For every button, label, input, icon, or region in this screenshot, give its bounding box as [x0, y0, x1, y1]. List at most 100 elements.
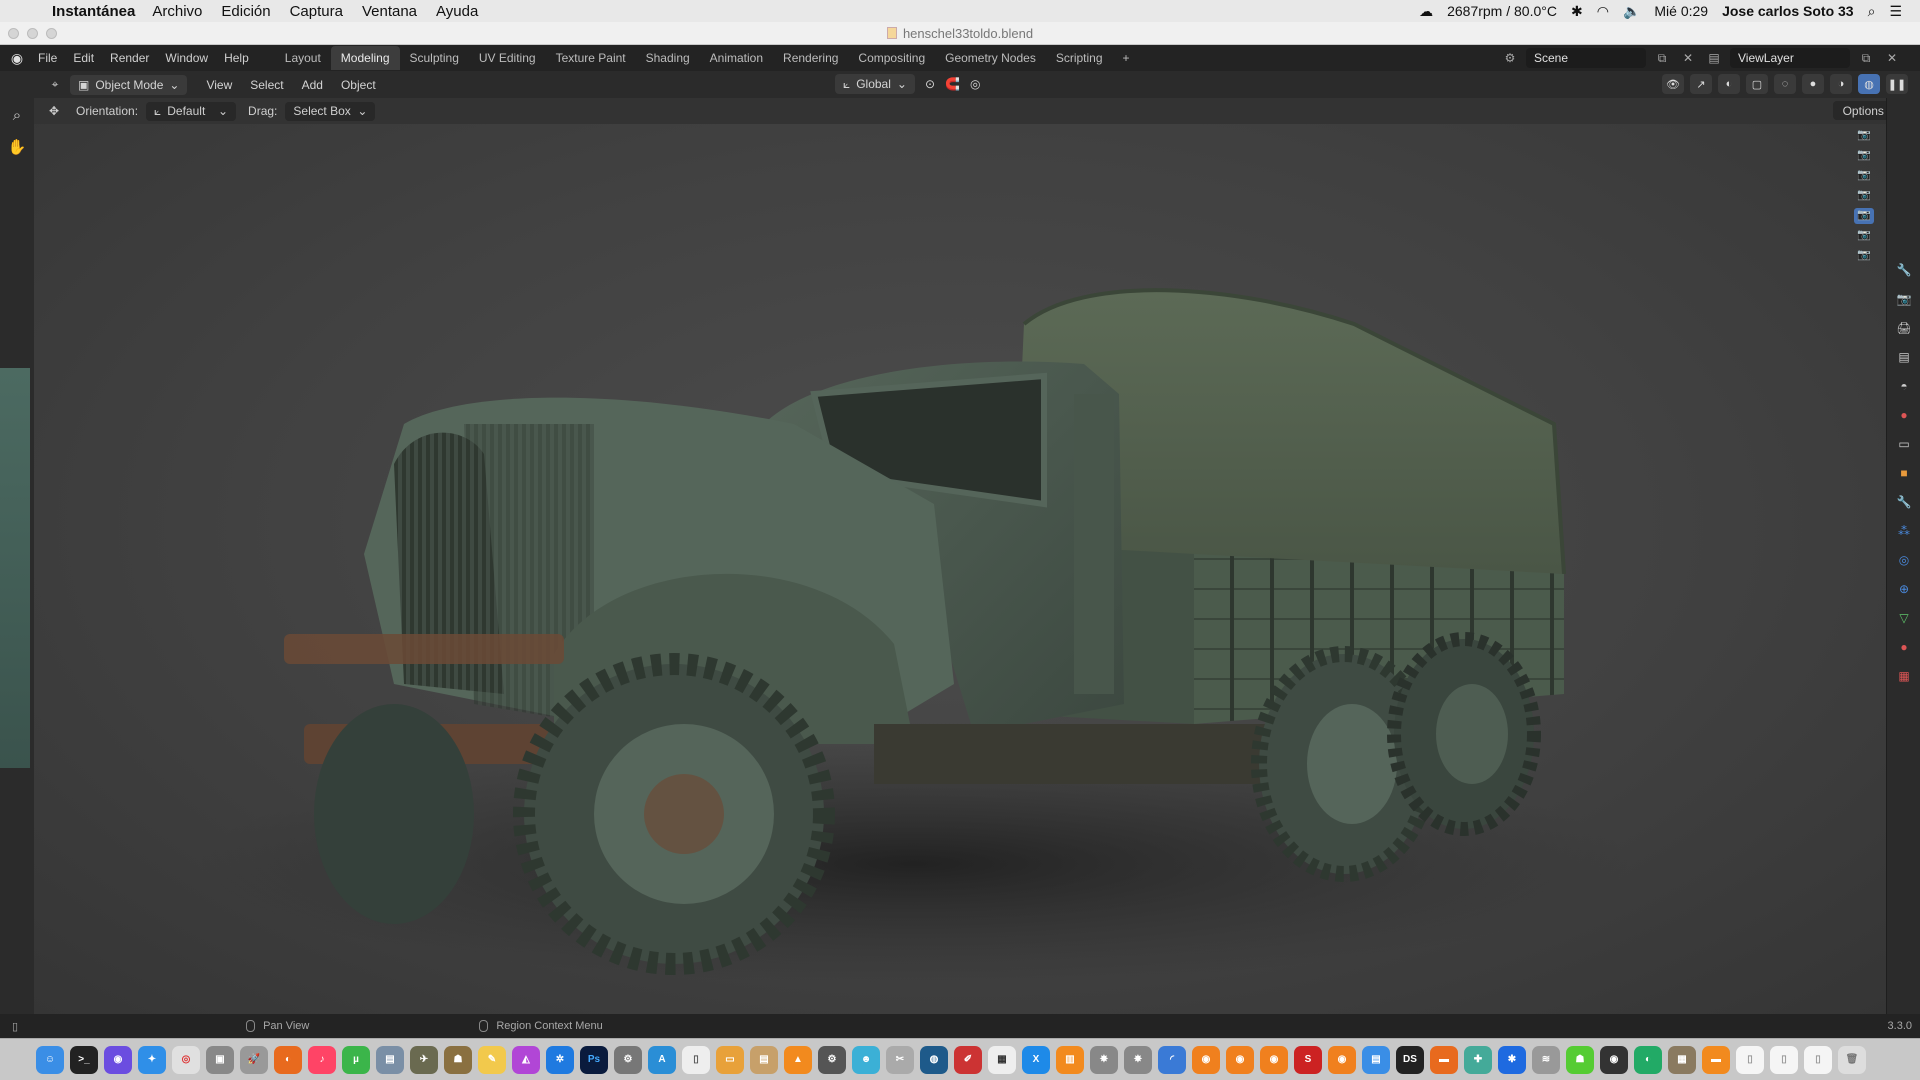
tool-properties-icon[interactable]: 🔧 — [1892, 258, 1916, 282]
view-layer-field[interactable]: ViewLayer — [1730, 48, 1850, 68]
new-view-layer-icon[interactable]: ⧉ — [1856, 48, 1876, 68]
blender-dock-icon[interactable]: ◉ — [1192, 1045, 1220, 1074]
game2-icon[interactable]: ☗ — [444, 1045, 472, 1074]
3d-viewport[interactable] — [34, 124, 1886, 1014]
doc-icon[interactable]: ▬ — [1702, 1045, 1730, 1074]
tab-geometry-nodes[interactable]: Geometry Nodes — [935, 46, 1046, 70]
menu-edit[interactable]: Edit — [65, 51, 102, 65]
particles-properties-icon[interactable]: ⁂ — [1892, 519, 1916, 543]
close-window-icon[interactable] — [8, 28, 19, 39]
mode-dropdown[interactable]: ▣ Object Mode ⌄ — [70, 74, 188, 95]
tab-texture-paint[interactable]: Texture Paint — [546, 46, 636, 70]
search-icon[interactable]: ⌕ — [1868, 3, 1876, 20]
tab-modeling[interactable]: Modeling — [330, 46, 400, 70]
app-icon[interactable]: ⚙ — [614, 1045, 642, 1074]
overlay-icon[interactable]: ◐ — [1718, 74, 1740, 94]
firefox-icon[interactable]: ◐ — [274, 1045, 302, 1074]
davinci-icon[interactable]: ◉ — [1600, 1045, 1628, 1074]
mac-menu-archivo[interactable]: Archivo — [152, 3, 202, 20]
tab-animation[interactable]: Animation — [700, 46, 773, 70]
tab-compositing[interactable]: Compositing — [848, 46, 935, 70]
tab-uv-editing[interactable]: UV Editing — [469, 46, 546, 70]
notes-icon[interactable]: ✎ — [478, 1045, 506, 1074]
pen-icon[interactable]: ✐ — [954, 1045, 982, 1074]
output-properties-icon[interactable]: 🖨 — [1892, 316, 1916, 340]
app2-icon[interactable]: ✸ — [1124, 1045, 1152, 1074]
maps-icon[interactable]: ✚ — [1464, 1045, 1492, 1074]
camera-view-icon[interactable]: 📷 — [1854, 168, 1874, 184]
launchpad-icon[interactable]: 🚀 — [240, 1045, 268, 1074]
data-properties-icon[interactable]: ▽ — [1892, 606, 1916, 630]
tab-scripting[interactable]: Scripting — [1046, 46, 1113, 70]
finder-icon[interactable]: ☺ — [36, 1045, 64, 1074]
control-center-icon[interactable]: ☰ — [1889, 3, 1902, 20]
mac-menu-ayuda[interactable]: Ayuda — [436, 3, 478, 20]
orientation-dropdown[interactable]: ⟀ Default ⌄ — [146, 101, 237, 121]
system-prefs-icon[interactable]: ⚙ — [818, 1045, 846, 1074]
utility-icon[interactable]: ≋ — [1532, 1045, 1560, 1074]
screenshot-icon[interactable]: ✂ — [886, 1045, 914, 1074]
material-properties-icon[interactable]: ● — [1892, 635, 1916, 659]
delete-scene-icon[interactable]: ✕ — [1678, 48, 1698, 68]
zbrush-icon[interactable]: ✸ — [1090, 1045, 1118, 1074]
scene-field[interactable]: Scene — [1526, 48, 1646, 68]
finder-window-icon[interactable]: ▤ — [1362, 1045, 1390, 1074]
constraints-properties-icon[interactable]: ⊕ — [1892, 577, 1916, 601]
tab-rendering[interactable]: Rendering — [773, 46, 848, 70]
chrome-icon[interactable]: ◎ — [172, 1045, 200, 1074]
safari-icon[interactable]: ✦ — [138, 1045, 166, 1074]
blender-logo-icon[interactable]: ◉ — [4, 45, 30, 71]
blender-dock-icon-4[interactable]: ◉ — [1328, 1045, 1356, 1074]
app-store-icon[interactable]: A — [648, 1045, 676, 1074]
game-icon[interactable]: ✈ — [410, 1045, 438, 1074]
daz-studio-icon[interactable]: DS — [1396, 1045, 1424, 1074]
collapsed-side-panel[interactable] — [0, 368, 30, 768]
header-menu-add[interactable]: Add — [293, 78, 332, 92]
rendered-shading-icon[interactable]: ◍ — [1858, 74, 1880, 94]
camera-view-icon[interactable]: 📷 — [1854, 188, 1874, 204]
scene-properties-icon[interactable]: ◓ — [1892, 374, 1916, 398]
terminal-icon[interactable]: >_ — [70, 1045, 98, 1074]
world-properties-icon[interactable]: ● — [1892, 403, 1916, 427]
camera-view-icon[interactable]: 📷 — [1854, 248, 1874, 264]
blender-dock-icon-2[interactable]: ◉ — [1226, 1045, 1254, 1074]
grapher-icon[interactable]: ▦ — [988, 1045, 1016, 1074]
menu-file[interactable]: File — [30, 51, 65, 65]
snap-icon[interactable]: 🧲 — [945, 77, 960, 91]
header-menu-object[interactable]: Object — [332, 78, 385, 92]
user-name[interactable]: Jose carlos Soto 33 — [1722, 3, 1854, 19]
settings-icon[interactable]: ✲ — [546, 1045, 574, 1074]
menu-help[interactable]: Help — [216, 51, 257, 65]
xray-icon[interactable]: ▢ — [1746, 74, 1768, 94]
utorrent-icon[interactable]: µ — [342, 1045, 370, 1074]
textedit-icon[interactable]: ▯ — [682, 1045, 710, 1074]
preview-icon[interactable]: ▣ — [206, 1045, 234, 1074]
mac-app-name[interactable]: Instantánea — [52, 3, 135, 20]
move-tool-icon[interactable]: ✥ — [44, 104, 64, 118]
header-menu-select[interactable]: Select — [241, 78, 292, 92]
vlc-icon[interactable]: ▲ — [784, 1045, 812, 1074]
fan-status[interactable]: 2687rpm / 80.0°C — [1447, 3, 1557, 19]
tab-shading[interactable]: Shading — [636, 46, 700, 70]
photoshop-icon[interactable]: Ps — [580, 1045, 608, 1074]
editor-type-icon[interactable]: ⌖ — [40, 77, 70, 92]
solid-shading-icon[interactable]: ● — [1802, 74, 1824, 94]
scene-icon[interactable]: ⚙ — [1500, 48, 1520, 68]
app3-icon[interactable]: ▬ — [1430, 1045, 1458, 1074]
affinity-icon[interactable]: ◭ — [512, 1045, 540, 1074]
substance-icon[interactable]: S — [1294, 1045, 1322, 1074]
geogebra-icon[interactable]: ◐ — [1634, 1045, 1662, 1074]
material-shading-icon[interactable]: ◑ — [1830, 74, 1852, 94]
visibility-icon[interactable]: 👁 — [1662, 74, 1684, 94]
clock[interactable]: Mié 0:29 — [1654, 3, 1708, 19]
proportional-edit-icon[interactable]: ◎ — [970, 77, 980, 91]
calendar-icon[interactable]: ▦ — [1668, 1045, 1696, 1074]
file-icon[interactable]: ▯ — [1736, 1045, 1764, 1074]
object-properties-icon[interactable]: ■ — [1892, 461, 1916, 485]
texture-properties-icon[interactable]: ▦ — [1892, 664, 1916, 688]
modifier-properties-icon[interactable]: 🔧 — [1892, 490, 1916, 514]
render-properties-icon[interactable]: 📷 — [1892, 287, 1916, 311]
android-icon[interactable]: ☗ — [1566, 1045, 1594, 1074]
photos-icon[interactable]: ▤ — [376, 1045, 404, 1074]
mac-menu-ventana[interactable]: Ventana — [362, 3, 417, 20]
